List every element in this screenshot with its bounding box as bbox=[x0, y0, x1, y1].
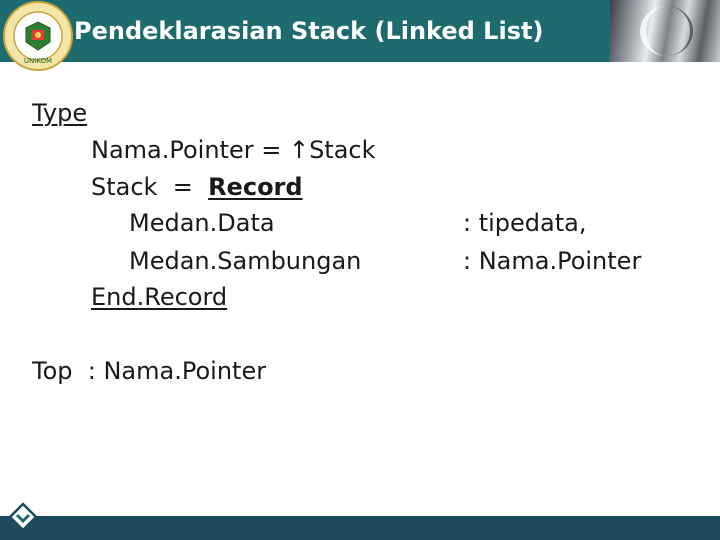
footer-bar bbox=[0, 516, 720, 540]
diamond-icon bbox=[8, 502, 38, 532]
top-declaration: Top : Nama.Pointer bbox=[32, 357, 267, 385]
field-data-type: : tipedata, bbox=[463, 209, 587, 237]
code-block: Type Nama.Pointer = ↑Stack Stack = Recor… bbox=[0, 0, 720, 540]
field-link-name: Medan.Sambungan bbox=[129, 247, 362, 275]
type-keyword: Type bbox=[32, 99, 88, 127]
stack-declaration: Stack = Record bbox=[91, 169, 303, 206]
pointer-declaration: Nama.Pointer = ↑Stack bbox=[91, 136, 376, 164]
end-record-keyword: End.Record bbox=[91, 283, 228, 311]
field-data-name: Medan.Data bbox=[129, 209, 275, 237]
field-link-type: : Nama.Pointer bbox=[463, 247, 642, 275]
stack-declaration-prefix: Stack = bbox=[91, 173, 209, 201]
record-keyword: Record bbox=[208, 173, 303, 201]
